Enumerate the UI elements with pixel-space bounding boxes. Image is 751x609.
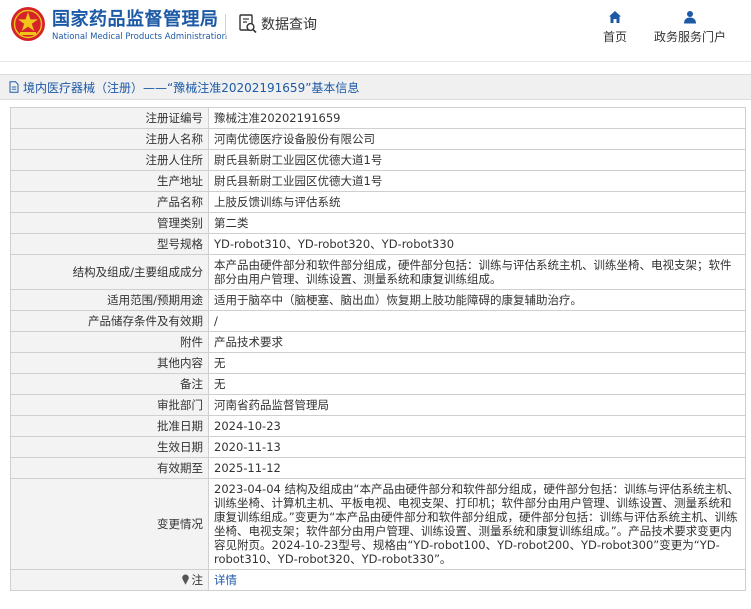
table-row: 产品储存条件及有效期 / <box>10 310 746 332</box>
note-label: 注 <box>191 573 204 587</box>
nav-service-portal[interactable]: 政务服务门户 <box>650 10 730 45</box>
pin-icon <box>181 574 189 585</box>
row-key: 结构及组成/主要组成成分 <box>10 254 209 290</box>
row-key-note: 注 <box>10 569 209 591</box>
row-key: 批准日期 <box>10 415 209 437</box>
site-title-cn: 国家药品监督管理局 <box>52 9 219 30</box>
row-key: 其他内容 <box>10 352 209 374</box>
table-row: 备注 无 <box>10 373 746 395</box>
table-row: 注 详情 <box>10 569 746 591</box>
row-value: 2020-11-13 <box>208 436 746 458</box>
row-value: 本产品由硬件部分和软件部分组成，硬件部分包括：训练与评估系统主机、训练坐椅、电视… <box>208 254 746 290</box>
nav-service-label: 政务服务门户 <box>653 30 726 44</box>
row-key: 注册人住所 <box>10 149 209 171</box>
table-row: 产品名称 上肢反馈训练与评估系统 <box>10 191 746 213</box>
row-value: 第二类 <box>208 212 746 234</box>
nav-home[interactable]: 首页 <box>598 10 632 45</box>
home-icon <box>609 11 621 23</box>
row-value: / <box>208 310 746 332</box>
header-divider <box>225 14 226 38</box>
site-header: 国家药品监督管理局 National Medical Products Admi… <box>0 0 751 62</box>
registration-info-table: 注册证编号 豫械注准20202191659 注册人名称 河南优德医疗设备股份有限… <box>10 107 746 591</box>
row-key: 附件 <box>10 331 209 353</box>
table-row: 适用范围/预期用途 适用于脑卒中（脑梗塞、脑出血）恢复期上肢功能障碍的康复辅助治… <box>10 289 746 311</box>
row-key: 审批部门 <box>10 394 209 416</box>
table-row: 生产地址 尉氏县新尉工业园区优德大道1号 <box>10 170 746 192</box>
row-value: YD-robot310、YD-robot320、YD-robot330 <box>208 233 746 255</box>
row-key: 管理类别 <box>10 212 209 234</box>
site-title-en: National Medical Products Administration <box>52 32 227 42</box>
row-value: 2025-11-12 <box>208 457 746 479</box>
breadcrumb-text: 境内医疗器械（注册）——“豫械注准20202191659”基本信息 <box>23 80 360 95</box>
table-row: 有效期至 2025-11-12 <box>10 457 746 479</box>
nav-home-label: 首页 <box>602 30 627 44</box>
row-value: 河南省药品监督管理局 <box>208 394 746 416</box>
table-row: 管理类别 第二类 <box>10 212 746 234</box>
row-key: 产品储存条件及有效期 <box>10 310 209 332</box>
row-key: 生产地址 <box>10 170 209 192</box>
row-key: 产品名称 <box>10 191 209 213</box>
row-value: 上肢反馈训练与评估系统 <box>208 191 746 213</box>
row-key: 适用范围/预期用途 <box>10 289 209 311</box>
row-value: 2024-10-23 <box>208 415 746 437</box>
details-link[interactable]: 详情 <box>214 573 237 587</box>
row-key: 生效日期 <box>10 436 209 458</box>
table-row: 结构及组成/主要组成成分 本产品由硬件部分和软件部分组成，硬件部分包括：训练与评… <box>10 254 746 290</box>
table-row: 审批部门 河南省药品监督管理局 <box>10 394 746 416</box>
site-logo-text[interactable]: 国家药品监督管理局 National Medical Products Admi… <box>52 9 227 43</box>
row-value: 2023-04-04 结构及组成由“本产品由硬件部分和软件部分组成，硬件部分包括… <box>208 478 746 570</box>
row-value: 豫械注准20202191659 <box>208 107 746 129</box>
table-row: 附件 产品技术要求 <box>10 331 746 353</box>
nmpa-emblem-icon[interactable] <box>10 6 46 42</box>
row-value: 尉氏县新尉工业园区优德大道1号 <box>208 170 746 192</box>
table-row: 型号规格 YD-robot310、YD-robot320、YD-robot330 <box>10 233 746 255</box>
data-query-link[interactable]: 数据查询 <box>239 14 317 34</box>
table-row: 变更情况 2023-04-04 结构及组成由“本产品由硬件部分和软件部分组成，硬… <box>10 478 746 570</box>
row-key: 有效期至 <box>10 457 209 479</box>
table-row: 注册人名称 河南优德医疗设备股份有限公司 <box>10 128 746 150</box>
row-key: 注册证编号 <box>10 107 209 129</box>
row-value: 详情 <box>208 569 746 591</box>
document-icon <box>9 81 19 93</box>
user-icon <box>684 11 696 24</box>
table-row: 注册人住所 尉氏县新尉工业园区优德大道1号 <box>10 149 746 171</box>
table-row: 批准日期 2024-10-23 <box>10 415 746 437</box>
table-row: 注册证编号 豫械注准20202191659 <box>10 107 746 129</box>
table-row: 其他内容 无 <box>10 352 746 374</box>
row-value: 无 <box>208 373 746 395</box>
row-key: 备注 <box>10 373 209 395</box>
row-value: 适用于脑卒中（脑梗塞、脑出血）恢复期上肢功能障碍的康复辅助治疗。 <box>208 289 746 311</box>
breadcrumb: 境内医疗器械（注册）——“豫械注准20202191659”基本信息 <box>0 74 751 100</box>
row-value: 尉氏县新尉工业园区优德大道1号 <box>208 149 746 171</box>
data-query-label: 数据查询 <box>261 17 317 33</box>
document-search-icon <box>239 14 257 34</box>
row-key: 注册人名称 <box>10 128 209 150</box>
table-row: 生效日期 2020-11-13 <box>10 436 746 458</box>
row-value: 河南优德医疗设备股份有限公司 <box>208 128 746 150</box>
row-key: 型号规格 <box>10 233 209 255</box>
row-value: 无 <box>208 352 746 374</box>
row-value: 产品技术要求 <box>208 331 746 353</box>
row-key: 变更情况 <box>10 478 209 570</box>
